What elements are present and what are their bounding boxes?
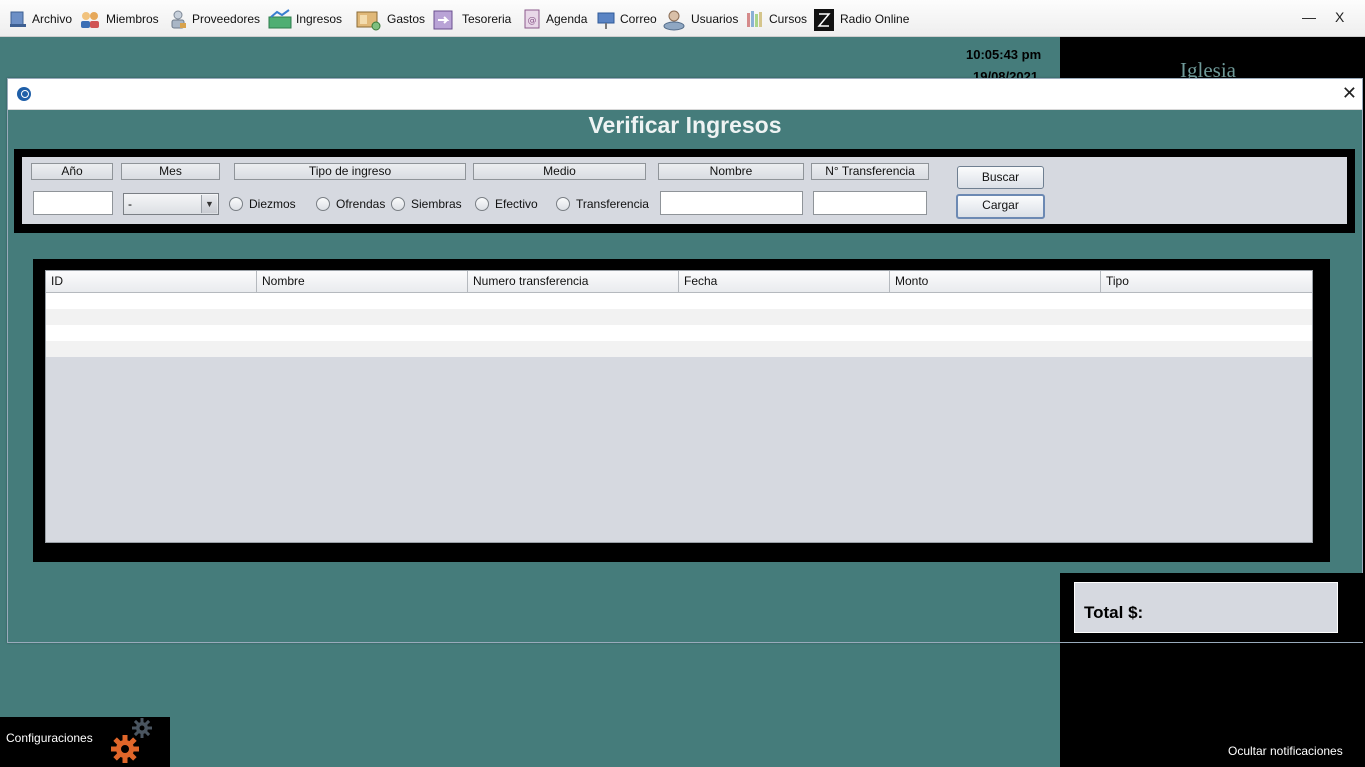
radio-button-icon[interactable] [391,197,405,211]
courses-icon [745,9,765,29]
menu-proveedores[interactable]: Proveedores [168,6,260,32]
java-app-icon [17,87,31,101]
menu-radio-online[interactable]: Radio Online [814,6,909,32]
window-titlebar: ✕ [8,79,1362,110]
table-row[interactable] [46,309,1312,325]
menu-label: Miembros [106,12,159,26]
transfer-number-label: N° Transferencia [811,163,929,180]
column-header-fecha[interactable]: Fecha [679,271,890,293]
search-button[interactable]: Buscar [957,166,1044,189]
providers-icon [168,9,188,29]
menu-correo[interactable]: Correo [596,6,657,32]
radio-icon [814,9,836,31]
filter-form: Año Mes Tipo de ingreso Medio Nombre N° … [22,157,1347,224]
menu-label: Usuarios [691,12,739,26]
menu-label: Gastos [387,12,426,26]
radio-button-icon[interactable] [475,197,489,211]
menu-miembros[interactable]: Miembros [78,6,159,32]
month-select[interactable]: - ▼ [123,193,219,215]
menu-label: Ingresos [296,12,343,26]
menu-label: Tesoreria [462,12,512,26]
filter-panel: Año Mes Tipo de ingreso Medio Nombre N° … [14,149,1355,233]
column-header-tipo[interactable]: Tipo [1101,271,1312,293]
column-header-numero-transferencia[interactable]: Numero transferencia [468,271,679,293]
settings-gear-icon[interactable] [109,733,141,765]
expenses-icon [355,9,383,31]
chevron-down-icon[interactable]: ▼ [201,195,217,213]
results-table-panel: ID Nombre Numero transferencia Fecha Mon… [33,259,1330,562]
verify-income-window: ✕ Verificar Ingresos Año Mes Tipo de ing… [7,78,1363,643]
mail-icon [596,9,616,29]
menu-label: Correo [620,12,657,26]
config-panel[interactable]: Configuraciones [0,717,170,767]
radio-button-icon[interactable] [229,197,243,211]
radio-label: Diezmos [249,197,296,211]
menu-label: Archivo [32,12,73,26]
radio-label: Siembras [411,197,462,211]
menu-usuarios[interactable]: Usuarios [662,6,738,32]
radio-label: Ofrendas [336,197,386,211]
column-header-nombre[interactable]: Nombre [257,271,468,293]
income-icon [268,9,292,29]
table-header: ID Nombre Numero transferencia Fecha Mon… [46,271,1312,293]
svg-text:@: @ [528,16,537,26]
radio-efectivo[interactable]: Efectivo [475,195,538,213]
menu-ingresos[interactable]: Ingresos [268,6,342,32]
agenda-icon: @ [522,9,542,29]
menu-cursos[interactable]: Cursos [745,6,807,32]
table-row[interactable] [46,325,1312,341]
table-row[interactable] [46,293,1312,309]
year-input[interactable] [33,191,113,215]
radio-ofrendas[interactable]: Ofrendas [316,195,385,213]
results-table: ID Nombre Numero transferencia Fecha Mon… [45,270,1313,543]
month-select-value: - [128,197,132,211]
archive-icon [8,9,28,29]
treasury-icon [432,9,458,30]
menu-label: Radio Online [840,12,910,26]
menu-label: Proveedores [192,12,261,26]
radio-label: Transferencia [576,197,649,211]
radio-button-icon[interactable] [556,197,570,211]
close-app-button[interactable]: X [1335,9,1344,25]
radio-diezmos[interactable]: Diezmos [229,195,296,213]
menu-label: Cursos [769,12,808,26]
menu-archivo[interactable]: Archivo [8,6,72,32]
radio-label: Efectivo [495,197,538,211]
radio-siembras[interactable]: Siembras [391,195,462,213]
radio-transferencia[interactable]: Transferencia [556,195,649,213]
close-window-button[interactable]: ✕ [1342,83,1357,104]
config-label: Configuraciones [6,731,93,745]
medium-label: Medio [473,163,646,180]
total-label: Total $: [1084,603,1144,622]
menu-agenda[interactable]: @ Agenda [522,6,587,32]
total-panel: Total $: [1060,573,1365,642]
menu-label: Agenda [546,12,588,26]
year-label: Año [31,163,113,180]
radio-button-icon[interactable] [316,197,330,211]
transfer-number-input[interactable] [813,191,927,215]
menu-bar: Archivo Miembros Proveedores Ingresos Ga… [0,0,1365,37]
name-label: Nombre [658,163,804,180]
minimize-button[interactable]: — [1302,9,1316,25]
table-row[interactable] [46,341,1312,357]
menu-tesoreria[interactable]: Tesoreria [432,6,511,32]
total-box: Total $: [1074,582,1338,633]
page-title: Verificar Ingresos [588,112,782,138]
name-input[interactable] [660,191,803,215]
clock-time: 10:05:43 pm [966,47,1042,62]
month-label: Mes [121,163,220,180]
members-icon [78,9,102,29]
users-icon [662,9,687,31]
column-header-monto[interactable]: Monto [890,271,1101,293]
income-type-label: Tipo de ingreso [234,163,466,180]
hide-notifications-link[interactable]: Ocultar notificaciones [1228,744,1343,758]
load-button[interactable]: Cargar [956,194,1045,219]
column-header-id[interactable]: ID [46,271,257,293]
menu-gastos[interactable]: Gastos [355,6,425,32]
